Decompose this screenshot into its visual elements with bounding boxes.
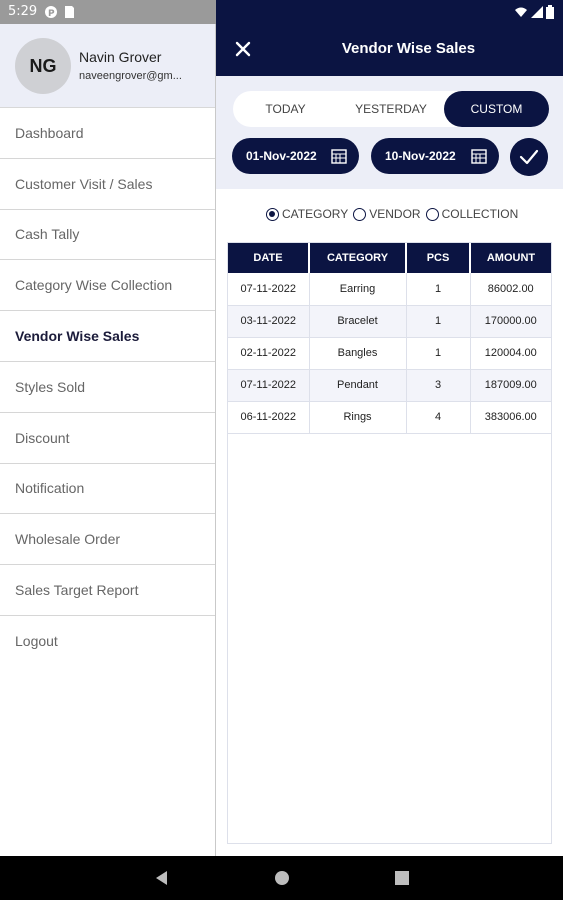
header-date[interactable]: DATE bbox=[228, 243, 310, 273]
cell-date: 03-11-2022 bbox=[228, 305, 310, 338]
radio-vendor[interactable]: VENDOR bbox=[353, 207, 421, 221]
group-by-radio-group: CATEGORY VENDOR COLLECTION bbox=[266, 205, 523, 223]
status-time: 5:29 bbox=[8, 4, 38, 19]
sales-table: DATE CATEGORY PCS AMOUNT 07-11-2022 Earr… bbox=[228, 243, 551, 434]
cell-pcs: 1 bbox=[406, 337, 471, 370]
cell-category: Earring bbox=[309, 273, 407, 306]
cell-pcs: 3 bbox=[406, 369, 471, 402]
cell-date: 07-11-2022 bbox=[228, 369, 310, 402]
table-row[interactable]: 06-11-2022 Rings 4 383006.00 bbox=[228, 401, 551, 434]
cell-amount: 120004.00 bbox=[470, 337, 551, 370]
wifi-icon bbox=[515, 7, 527, 17]
cell-pcs: 4 bbox=[406, 401, 471, 434]
close-icon[interactable] bbox=[232, 38, 254, 60]
tab-today[interactable]: TODAY bbox=[233, 91, 338, 127]
cell-amount: 86002.00 bbox=[470, 273, 551, 306]
profile-header: NG Navin Grover naveengrover@gm... bbox=[0, 24, 215, 108]
radio-vendor-label: VENDOR bbox=[369, 207, 421, 221]
avatar[interactable]: NG bbox=[15, 38, 71, 94]
date-range-segmented-control: TODAY YESTERDAY CUSTOM bbox=[233, 91, 549, 127]
back-icon[interactable] bbox=[152, 868, 172, 888]
system-nav-bar bbox=[0, 856, 563, 900]
radio-category[interactable]: CATEGORY bbox=[266, 207, 348, 221]
sd-card-icon bbox=[65, 6, 74, 18]
svg-text:P: P bbox=[48, 9, 55, 19]
table-row[interactable]: 02-11-2022 Bangles 1 120004.00 bbox=[228, 337, 551, 370]
menu-item-dashboard[interactable]: Dashboard bbox=[0, 108, 215, 159]
table-row[interactable]: 07-11-2022 Pendant 3 187009.00 bbox=[228, 369, 551, 402]
radio-category-label: CATEGORY bbox=[282, 207, 349, 221]
filter-panel: TODAY YESTERDAY CUSTOM 01-Nov-2022 10-No… bbox=[216, 76, 563, 189]
menu-item-sales-target-report[interactable]: Sales Target Report bbox=[0, 565, 215, 616]
cell-category: Bracelet bbox=[309, 305, 407, 338]
signal-icon bbox=[531, 6, 543, 18]
header-pcs[interactable]: PCS bbox=[406, 243, 471, 273]
radio-unchecked-icon bbox=[353, 207, 367, 221]
tab-yesterday[interactable]: YESTERDAY bbox=[338, 91, 444, 127]
menu-item-customer-visit-sales[interactable]: Customer Visit / Sales bbox=[0, 159, 215, 210]
menu-item-styles-sold[interactable]: Styles Sold bbox=[0, 362, 215, 413]
user-name: Navin Grover bbox=[79, 49, 162, 65]
menu-item-category-wise-collection[interactable]: Category Wise Collection bbox=[0, 260, 215, 312]
tab-custom[interactable]: CUSTOM bbox=[444, 91, 549, 127]
navigation-drawer: NG Navin Grover naveengrover@gm... Dashb… bbox=[0, 24, 216, 856]
cell-pcs: 1 bbox=[406, 305, 471, 338]
cell-date: 02-11-2022 bbox=[228, 337, 310, 370]
radio-unchecked-icon bbox=[425, 207, 439, 221]
table-row[interactable]: 07-11-2022 Earring 1 86002.00 bbox=[228, 273, 551, 306]
header-amount[interactable]: AMOUNT bbox=[470, 243, 551, 273]
calendar-icon bbox=[471, 149, 487, 164]
table-row[interactable]: 03-11-2022 Bracelet 1 170000.00 bbox=[228, 305, 551, 338]
menu-item-vendor-wise-sales[interactable]: Vendor Wise Sales bbox=[0, 311, 215, 362]
battery-icon bbox=[546, 5, 554, 19]
status-bar-right bbox=[216, 0, 563, 24]
cell-date: 06-11-2022 bbox=[228, 401, 310, 434]
app-notification-icon: P bbox=[45, 6, 57, 19]
radio-collection-label: COLLECTION bbox=[441, 207, 519, 221]
table-header-row: DATE CATEGORY PCS AMOUNT bbox=[228, 243, 551, 273]
radio-checked-icon bbox=[266, 207, 279, 221]
home-icon[interactable] bbox=[272, 868, 292, 888]
status-bar: 5:29 P bbox=[0, 0, 563, 24]
menu-item-discount[interactable]: Discount bbox=[0, 413, 215, 464]
menu-item-wholesale-order[interactable]: Wholesale Order bbox=[0, 514, 215, 566]
page-title: Vendor Wise Sales bbox=[341, 40, 476, 57]
recents-icon[interactable] bbox=[392, 868, 412, 888]
user-email: naveengrover@gm... bbox=[79, 70, 182, 82]
to-date-value: 10-Nov-2022 bbox=[385, 149, 456, 163]
cell-pcs: 1 bbox=[406, 273, 471, 306]
cell-date: 07-11-2022 bbox=[228, 273, 310, 306]
cell-category: Pendant bbox=[309, 369, 407, 402]
calendar-icon bbox=[331, 149, 347, 164]
cell-amount: 170000.00 bbox=[470, 305, 551, 338]
menu-item-logout[interactable]: Logout bbox=[0, 616, 215, 667]
cell-category: Bangles bbox=[309, 337, 407, 370]
from-date-picker[interactable]: 01-Nov-2022 bbox=[232, 138, 359, 174]
from-date-value: 01-Nov-2022 bbox=[246, 149, 317, 163]
to-date-picker[interactable]: 10-Nov-2022 bbox=[371, 138, 499, 174]
radio-collection[interactable]: COLLECTION bbox=[425, 207, 519, 221]
cell-amount: 187009.00 bbox=[470, 369, 551, 402]
cell-amount: 383006.00 bbox=[470, 401, 551, 434]
apply-check-button[interactable] bbox=[510, 138, 548, 176]
app-bar: Vendor Wise Sales bbox=[216, 24, 563, 76]
menu-item-notification[interactable]: Notification bbox=[0, 464, 215, 515]
menu-item-cash-tally[interactable]: Cash Tally bbox=[0, 210, 215, 261]
cell-category: Rings bbox=[309, 401, 407, 434]
header-category[interactable]: CATEGORY bbox=[309, 243, 407, 273]
sales-table-container[interactable]: DATE CATEGORY PCS AMOUNT 07-11-2022 Earr… bbox=[227, 242, 552, 844]
